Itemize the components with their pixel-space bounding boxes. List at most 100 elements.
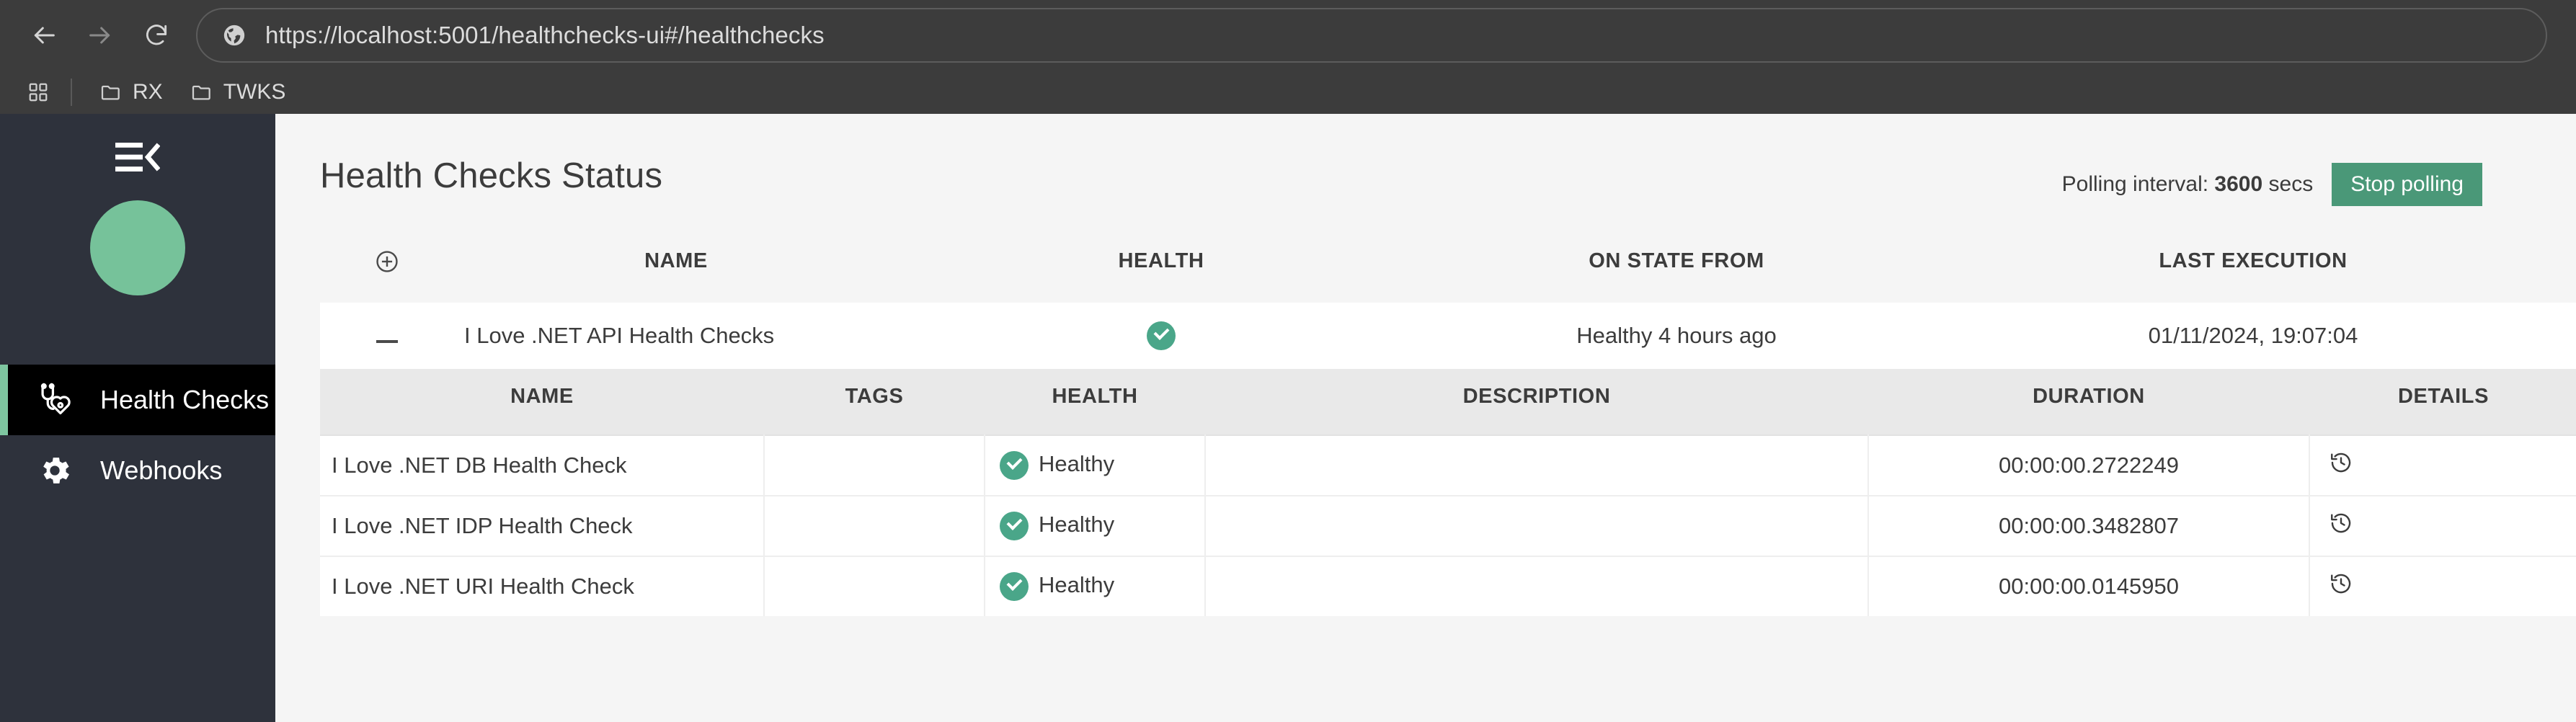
folder-icon bbox=[190, 81, 213, 104]
cell-check-health: Healthy bbox=[985, 495, 1206, 556]
health-checks-table-header: NAME HEALTH ON STATE FROM LAST EXECUTION bbox=[320, 239, 2576, 303]
cell-check-name: I Love .NET IDP Health Check bbox=[320, 495, 765, 556]
back-button[interactable] bbox=[16, 7, 72, 63]
avatar[interactable] bbox=[90, 200, 185, 295]
bookmark-item-rx[interactable]: RX bbox=[88, 73, 174, 111]
table-row: I Love .NET API Health Checks Healthy 4 … bbox=[320, 303, 2576, 369]
cell-check-duration: 00:00:00.0145950 bbox=[1868, 556, 2310, 616]
column-header-name[interactable]: NAME bbox=[454, 239, 898, 303]
reload-button[interactable] bbox=[128, 7, 185, 63]
sidebar-item-label: Health Checks bbox=[100, 385, 270, 414]
polling-interval-label: Polling interval: bbox=[2061, 172, 2209, 196]
table-row: I Love .NET DB Health Check Healthy 00:0… bbox=[320, 434, 2576, 496]
sidebar-nav: Health Checks Webhooks bbox=[0, 365, 275, 506]
main-content: Health Checks Status Polling interval: 3… bbox=[275, 114, 2576, 722]
bookmark-item-twks[interactable]: TWKS bbox=[179, 73, 298, 111]
cell-check-name: I Love .NET DB Health Check bbox=[320, 434, 765, 496]
url-text[interactable]: https://localhost:5001/healthchecks-ui#/… bbox=[265, 22, 825, 49]
column-header-last-execution[interactable]: LAST EXECUTION bbox=[1929, 239, 2576, 303]
check-circle-icon bbox=[1000, 572, 1029, 601]
globe-icon bbox=[222, 23, 247, 48]
bookmark-label: TWKS bbox=[223, 80, 286, 104]
check-circle-icon bbox=[1000, 512, 1029, 540]
gear-icon bbox=[28, 453, 81, 489]
sidebar-collapse-row bbox=[0, 114, 275, 193]
health-check-details-table: NAME TAGS HEALTH DESCRIPTION DURATION DE… bbox=[320, 369, 2576, 616]
stethoscope-heart-icon bbox=[28, 381, 81, 419]
column-header-on-state-from[interactable]: ON STATE FROM bbox=[1424, 239, 1929, 303]
health-status-text: Healthy bbox=[1039, 572, 1115, 598]
apps-grid-icon[interactable] bbox=[16, 71, 61, 114]
table-header-row: NAME HEALTH ON STATE FROM LAST EXECUTION bbox=[320, 239, 2576, 303]
expand-all-header[interactable] bbox=[320, 239, 454, 303]
polling-controls: Polling interval: 3600 secs Stop polling bbox=[2062, 156, 2482, 206]
history-clock-icon[interactable] bbox=[2329, 513, 2353, 540]
health-check-details-panel: NAME TAGS HEALTH DESCRIPTION DURATION DE… bbox=[320, 369, 2576, 616]
detail-column-header-duration[interactable]: DURATION bbox=[1868, 369, 2309, 435]
table-row: I Love .NET IDP Health Check Healthy 00:… bbox=[320, 495, 2576, 556]
history-clock-icon[interactable] bbox=[2329, 574, 2353, 601]
health-status-text: Healthy bbox=[1039, 451, 1115, 477]
back-arrow-icon bbox=[30, 21, 58, 50]
reload-icon bbox=[143, 22, 170, 49]
details-table-header: NAME TAGS HEALTH DESCRIPTION DURATION DE… bbox=[320, 369, 2576, 435]
address-bar[interactable]: https://localhost:5001/healthchecks-ui#/… bbox=[196, 8, 2547, 63]
minus-icon[interactable] bbox=[376, 340, 398, 343]
check-circle-icon bbox=[1000, 451, 1029, 480]
stop-polling-button[interactable]: Stop polling bbox=[2332, 163, 2482, 206]
cell-check-name: I Love .NET URI Health Check bbox=[320, 556, 765, 616]
folder-icon bbox=[99, 81, 123, 104]
polling-interval-value: 3600 bbox=[2214, 172, 2263, 196]
cell-last-execution: 01/11/2024, 19:07:04 bbox=[1929, 303, 2576, 369]
sidebar-avatar-row bbox=[0, 193, 275, 295]
health-checks-table-body: I Love .NET API Health Checks Healthy 4 … bbox=[320, 303, 2576, 369]
health-checks-table: NAME HEALTH ON STATE FROM LAST EXECUTION… bbox=[320, 239, 2576, 369]
cell-check-duration: 00:00:00.2722249 bbox=[1868, 434, 2310, 496]
health-status-text: Healthy bbox=[1039, 512, 1115, 538]
cell-check-health: Healthy bbox=[985, 434, 1206, 496]
menu-collapse-icon bbox=[115, 140, 161, 178]
cell-check-description bbox=[1205, 495, 1869, 556]
detail-column-header-name[interactable]: NAME bbox=[320, 369, 764, 435]
check-circle-icon bbox=[1147, 321, 1176, 350]
cell-check-tags bbox=[764, 434, 985, 496]
column-header-health[interactable]: HEALTH bbox=[898, 239, 1424, 303]
detail-column-header-details[interactable]: DETAILS bbox=[2309, 369, 2576, 435]
browser-chrome: https://localhost:5001/healthchecks-ui#/… bbox=[0, 0, 2576, 114]
bookmark-label: RX bbox=[133, 80, 163, 104]
collapse-row-button[interactable] bbox=[320, 303, 454, 369]
cell-check-tags bbox=[764, 495, 985, 556]
cell-check-description bbox=[1205, 434, 1869, 496]
cell-api-name: I Love .NET API Health Checks bbox=[454, 303, 898, 369]
cell-check-duration: 00:00:00.3482807 bbox=[1868, 495, 2310, 556]
cell-check-tags bbox=[764, 556, 985, 616]
detail-column-header-tags[interactable]: TAGS bbox=[764, 369, 985, 435]
sidebar-item-health-checks[interactable]: Health Checks bbox=[0, 365, 275, 435]
page-title: Health Checks Status bbox=[320, 156, 663, 195]
cell-check-health: Healthy bbox=[985, 556, 1206, 616]
polling-interval-unit: secs bbox=[2268, 172, 2314, 196]
cell-api-health bbox=[898, 303, 1424, 369]
cell-check-description bbox=[1205, 556, 1869, 616]
history-clock-icon[interactable] bbox=[2329, 453, 2353, 480]
forward-button[interactable] bbox=[72, 7, 128, 63]
sidebar: Health Checks Webhooks bbox=[0, 114, 275, 722]
table-row: I Love .NET URI Health Check Healthy 00:… bbox=[320, 556, 2576, 616]
details-table-body: I Love .NET DB Health Check Healthy 00:0… bbox=[320, 434, 2576, 616]
sidebar-collapse-button[interactable] bbox=[98, 130, 177, 187]
plus-circle-icon[interactable] bbox=[375, 251, 399, 279]
detail-column-header-health[interactable]: HEALTH bbox=[985, 369, 1205, 435]
sidebar-item-webhooks[interactable]: Webhooks bbox=[0, 435, 275, 506]
bookmarks-bar: RX TWKS bbox=[0, 71, 2576, 114]
details-header-row: NAME TAGS HEALTH DESCRIPTION DURATION DE… bbox=[320, 369, 2576, 435]
detail-column-header-description[interactable]: DESCRIPTION bbox=[1205, 369, 1868, 435]
cell-check-details[interactable] bbox=[2309, 556, 2576, 616]
cell-check-details[interactable] bbox=[2309, 495, 2576, 556]
sidebar-item-label: Webhooks bbox=[100, 455, 223, 485]
page-viewport: Health Checks Webhooks Health Checks Sta… bbox=[0, 114, 2576, 722]
browser-nav-bar: https://localhost:5001/healthchecks-ui#/… bbox=[0, 0, 2576, 71]
cell-on-state-from: Healthy 4 hours ago bbox=[1424, 303, 1929, 369]
bookmarks-separator bbox=[71, 79, 72, 106]
page-header: Health Checks Status Polling interval: 3… bbox=[320, 156, 2482, 206]
cell-check-details[interactable] bbox=[2309, 434, 2576, 496]
